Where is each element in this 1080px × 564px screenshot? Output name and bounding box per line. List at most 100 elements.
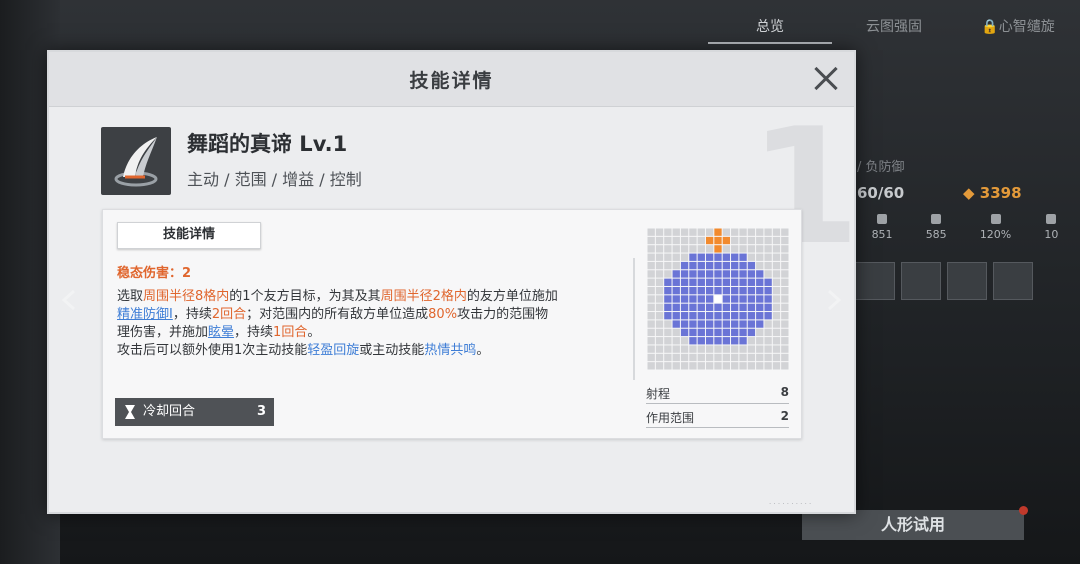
grid-cell [705, 303, 714, 312]
desc-text: 的友方单位施加 [466, 289, 558, 304]
grid-cell [731, 295, 739, 303]
tab-cloud-reinforce[interactable]: 云图强固 [832, 12, 956, 44]
grid-cell [781, 278, 789, 286]
grid-cell [655, 345, 664, 353]
grid-cell [781, 236, 789, 245]
skill-slot[interactable] [947, 262, 987, 300]
grid-cell [731, 362, 739, 370]
grid-cell [739, 228, 747, 236]
grid-cell [722, 353, 731, 362]
grid-cell [747, 312, 756, 320]
grid-cell [747, 362, 756, 370]
grid-cell [764, 261, 772, 270]
desc-text: 选取 [117, 289, 144, 304]
grid-cell [697, 295, 705, 303]
grid-cell [655, 295, 664, 303]
grid-cell [647, 286, 655, 295]
grid-cell [731, 353, 739, 362]
grid-cell [705, 345, 714, 353]
grid-cell [689, 261, 697, 270]
background-stats-panel: / 负防御 60/60 ◆ 3398 851 585 120% 10 [855, 100, 1080, 320]
cooldown-value: 3 [256, 404, 266, 419]
footer-fine-print: · · · · · · · · · · [769, 500, 812, 508]
skill-slot[interactable] [993, 262, 1033, 300]
grid-cell [764, 303, 772, 312]
grid-cell [655, 270, 664, 278]
grid-cell [756, 312, 764, 320]
tab-overview[interactable]: 总览 [708, 12, 832, 44]
grid-cell [680, 362, 689, 370]
grid-cell [672, 312, 680, 320]
grid-cell [739, 245, 747, 253]
grid-cell [756, 295, 764, 303]
skill-detail-modal: 技能详情 1 舞蹈的真谛 Lv.1 主动 / 范围 / 增益 / 控制 技能详情… [47, 50, 860, 514]
grid-cell [647, 245, 655, 253]
grid-cell [764, 295, 772, 303]
grid-cell [647, 236, 655, 245]
grid-cell [647, 303, 655, 312]
grid-cell [747, 228, 756, 236]
grid-cell [697, 261, 705, 270]
grid-cell [764, 312, 772, 320]
grid-cell [680, 261, 689, 270]
steady-damage: 稳态伤害：2 [117, 266, 192, 281]
modal-title: 技能详情 [409, 70, 494, 92]
chevron-left-icon[interactable] [60, 290, 80, 310]
link-stun[interactable]: 眩晕 [208, 325, 234, 340]
desc-text: 的1个友方目标，为其及其 [229, 289, 381, 304]
bg-gold: ◆ 3398 [963, 184, 1022, 202]
skill-slot[interactable] [901, 262, 941, 300]
chevron-right-icon[interactable] [823, 290, 843, 310]
grid-cell [672, 362, 680, 370]
grid-cell [680, 295, 689, 303]
grid-cell [697, 303, 705, 312]
grid-cell [680, 245, 689, 253]
grid-cell [664, 345, 672, 353]
grid-cell [689, 312, 697, 320]
desc-text: 。 [476, 343, 490, 358]
grid-cell [781, 320, 789, 328]
tab-mind[interactable]: 🔒心智缱旋 [956, 12, 1080, 44]
panel-scrollbar[interactable] [633, 258, 635, 380]
link-precise-defense[interactable]: 精准防御I [117, 307, 173, 322]
grid-cell [731, 320, 739, 328]
grid-cell [647, 328, 655, 337]
link-passion-resonance[interactable]: 热情共鸣 [424, 343, 476, 358]
grid-cell [731, 261, 739, 270]
grid-cell [772, 270, 781, 278]
grid-cell [747, 295, 756, 303]
grid-cell [705, 245, 714, 253]
gold-icon: ◆ [963, 184, 980, 202]
bg-stat: 585 [926, 214, 947, 241]
grid-cell [722, 261, 731, 270]
grid-cell [722, 362, 731, 370]
grid-cell [647, 353, 655, 362]
close-icon[interactable] [809, 62, 843, 96]
grid-cell [689, 303, 697, 312]
trial-button[interactable]: 人形试用 [802, 510, 1024, 540]
bg-stat-value: 585 [925, 228, 947, 241]
grid-cell [772, 295, 781, 303]
desc-text: 攻击力的范围物 [457, 307, 549, 322]
heart-icon [877, 214, 888, 224]
grid-cell [747, 261, 756, 270]
grid-cell [655, 236, 664, 245]
grid-cell [672, 286, 680, 295]
grid-cell [680, 236, 689, 245]
armor-icon [1046, 214, 1057, 224]
grid-cell [664, 278, 672, 286]
grid-cell [647, 253, 655, 261]
grid-cell [714, 286, 722, 295]
grid-cell [680, 337, 689, 345]
skill-slot[interactable] [855, 262, 895, 300]
grid-cell [664, 362, 672, 370]
grid-cell [764, 270, 772, 278]
tab-skill-details[interactable]: 技能详情 [117, 222, 261, 249]
grid-cell [756, 328, 764, 337]
grid-cell [756, 270, 764, 278]
desc-highlight: 周围半径8格内 [143, 289, 230, 304]
grid-cell [764, 253, 772, 261]
shield-icon [931, 214, 942, 224]
link-light-spin[interactable]: 轻盈回旋 [307, 343, 359, 358]
grid-cell [747, 253, 756, 261]
